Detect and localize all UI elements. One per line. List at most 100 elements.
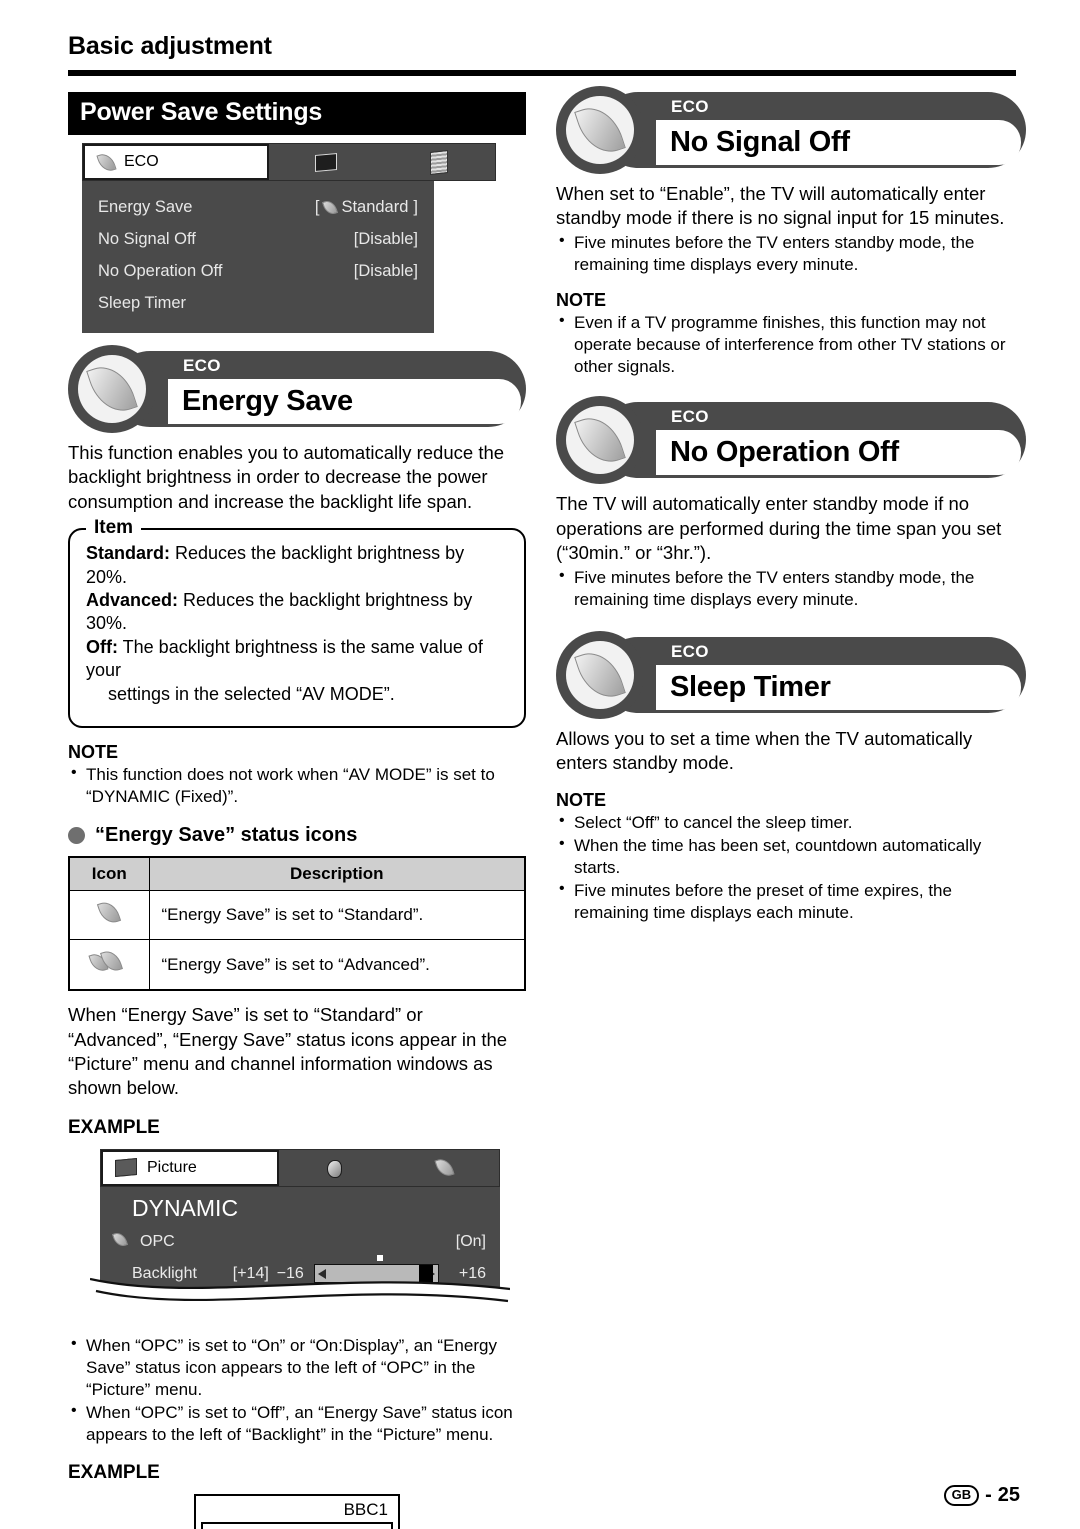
eco-title-plate: No Operation Off bbox=[656, 430, 1021, 476]
picture-item-state: [On] bbox=[455, 1232, 486, 1250]
picture-tab-audio[interactable] bbox=[279, 1150, 389, 1186]
osd-tab-picture[interactable] bbox=[269, 144, 382, 180]
picture-menu-list: DYNAMIC OPC [On] Backlight [+14] −16 +16 bbox=[100, 1186, 500, 1297]
osd-item-label: Sleep Timer bbox=[98, 293, 187, 312]
eco-leaf-badge bbox=[68, 345, 156, 433]
osd-tab-bar: ECO bbox=[82, 143, 496, 181]
table-header-row: Icon Description bbox=[68, 856, 526, 892]
item-off-continued: settings in the selected “AV MODE”. bbox=[108, 683, 395, 704]
slider-knob[interactable] bbox=[418, 1265, 433, 1283]
osd-item-value: [Disable] bbox=[353, 261, 418, 280]
list-item: When the time has been set, countdown au… bbox=[556, 834, 1026, 879]
bracket-close: ] bbox=[413, 197, 418, 216]
no-operation-off-bullets: Five minutes before the TV enters standb… bbox=[556, 565, 1026, 611]
list-item: Even if a TV programme finishes, this fu… bbox=[556, 311, 1026, 378]
leaf-icon bbox=[574, 410, 626, 470]
leaf-icon bbox=[322, 198, 339, 216]
eco-banner-no-signal-off: No Signal Off ECO bbox=[556, 86, 1026, 174]
opc-notes: When “OPC” is set to “On” or “On:Display… bbox=[68, 1334, 526, 1446]
eco-banner-energy-save: Energy Save ECO bbox=[68, 345, 526, 433]
picture-tab-label: Picture bbox=[147, 1158, 197, 1176]
channel-number: 01 bbox=[338, 1525, 366, 1529]
status-icons-table: Icon Description “Energy Save” is set to… bbox=[68, 856, 526, 992]
picture-item-max: +16 bbox=[458, 1264, 486, 1282]
energy-save-body: This function enables you to automatical… bbox=[68, 442, 505, 512]
list-item: Five minutes before the TV enters standb… bbox=[556, 231, 1026, 276]
example-label-channel: EXAMPLE bbox=[68, 1462, 160, 1484]
sleep-timer-body: Allows you to set a time when the TV aut… bbox=[556, 727, 973, 774]
eco-kicker: ECO bbox=[671, 407, 709, 427]
list-item: Select “Off” to cancel the sleep timer. bbox=[556, 810, 1026, 834]
eco-title: Energy Save bbox=[182, 385, 353, 417]
screen-icon bbox=[314, 152, 337, 172]
picture-av-mode: DYNAMIC bbox=[132, 1194, 239, 1221]
item-desc: The backlight brightness is the same val… bbox=[86, 636, 483, 681]
eco-title-plate: Energy Save bbox=[168, 379, 521, 424]
page-footer: GB - 25 bbox=[943, 1484, 1020, 1507]
osd-item-no-operation-off[interactable]: No Operation Off [Disable] bbox=[98, 255, 418, 287]
osd-item-no-signal-off[interactable]: No Signal Off [Disable] bbox=[98, 223, 418, 255]
picture-item-value: [+14] bbox=[232, 1264, 269, 1282]
picture-item-contrast[interactable]: Contrast [+30] 0 +40 bbox=[114, 1287, 486, 1297]
item-advanced: Advanced: Reduces the backlight brightne… bbox=[86, 589, 508, 636]
picture-tab-bar: Picture bbox=[100, 1148, 500, 1187]
note-heading: NOTE bbox=[556, 789, 607, 810]
osd-tab-eco[interactable]: ECO bbox=[83, 144, 269, 180]
osd-item-value: [Disable] bbox=[353, 229, 418, 248]
cell-description-standard: “Energy Save” is set to “Standard”. bbox=[148, 890, 526, 941]
leaf-icon bbox=[111, 1230, 136, 1252]
item-term: Standard: bbox=[86, 543, 171, 564]
speaker-icon bbox=[325, 1158, 343, 1178]
picture-item-slider[interactable] bbox=[313, 1287, 440, 1297]
picture-item-backlight[interactable]: Backlight [+14] −16 +16 bbox=[114, 1255, 486, 1290]
osd-item-sleep-timer[interactable]: Sleep Timer bbox=[98, 287, 418, 319]
header-rule bbox=[68, 70, 1016, 76]
eco-title: No Operation Off bbox=[670, 436, 899, 469]
page-number: 25 bbox=[997, 1484, 1020, 1506]
status-icons-heading: “Energy Save” status icons bbox=[68, 824, 526, 847]
osd-tab-eco-label: ECO bbox=[124, 153, 159, 170]
example-label-picture: EXAMPLE bbox=[68, 1116, 160, 1138]
cell-description-advanced: “Energy Save” is set to “Advanced”. bbox=[148, 939, 526, 991]
list-item: When “OPC” is set to “On” or “On:Display… bbox=[68, 1334, 526, 1401]
leaf-icon bbox=[86, 359, 138, 419]
table-row: “Energy Save” is set to “Standard”. bbox=[68, 890, 526, 941]
list-item: This function does not work when “AV MOD… bbox=[68, 763, 526, 808]
region-badge: GB bbox=[943, 1485, 980, 1506]
picture-tab-picture[interactable]: Picture bbox=[101, 1149, 279, 1186]
leaf-icon bbox=[96, 150, 117, 174]
item-off: Off: The backlight brightness is the sam… bbox=[86, 636, 508, 683]
picture-item-opc[interactable]: OPC [On] bbox=[111, 1226, 486, 1258]
eco-kicker: ECO bbox=[671, 641, 709, 661]
channel-source-row: ATV 01 bbox=[201, 1522, 393, 1529]
eco-title-plate: No Signal Off bbox=[656, 120, 1021, 165]
status-icons-after-text: When “Energy Save” is set to “Standard” … bbox=[68, 1004, 508, 1099]
left-column: Power Save Settings ECO Energy Save [St… bbox=[68, 92, 526, 1529]
osd-menu-list: Energy Save [ Standard] No Signal Off [D… bbox=[82, 181, 434, 333]
eco-title-plate: Sleep Timer bbox=[656, 664, 1021, 710]
picture-item-label: OPC bbox=[140, 1232, 175, 1250]
osd-item-value: [ Standard] bbox=[315, 198, 418, 217]
page-title: Basic adjustment bbox=[68, 32, 272, 60]
picture-tab-eco[interactable] bbox=[389, 1150, 499, 1186]
right-column: No Signal Off ECO When set to “Enable”, … bbox=[556, 86, 1026, 925]
leaf-single-icon bbox=[97, 898, 122, 927]
item-definition-box: Item Standard: Reduces the backlight bri… bbox=[68, 517, 526, 728]
sleep-timer-notes: Select “Off” to cancel the sleep timer. … bbox=[556, 810, 1026, 924]
osd-item-energy-save[interactable]: Energy Save [ Standard] bbox=[98, 191, 418, 223]
item-legend: Item bbox=[86, 517, 142, 540]
osd-tab-setup[interactable] bbox=[382, 144, 495, 180]
column-header-description: Description bbox=[148, 856, 526, 892]
item-term: Advanced: bbox=[86, 590, 179, 610]
leaf-icon bbox=[433, 1156, 455, 1180]
note-heading: NOTE bbox=[68, 741, 119, 762]
osd-value-text: Standard bbox=[341, 197, 409, 216]
eco-kicker: ECO bbox=[183, 356, 221, 375]
leaf-icon bbox=[574, 645, 626, 705]
screen-icon bbox=[115, 1158, 137, 1178]
list-item: When “OPC” is set to “Off”, an “Energy S… bbox=[68, 1401, 526, 1446]
energy-save-notes: This function does not work when “AV MOD… bbox=[68, 763, 526, 808]
picture-item-slider[interactable] bbox=[313, 1255, 440, 1284]
chevron-left-icon[interactable] bbox=[317, 1268, 326, 1279]
note-heading: NOTE bbox=[556, 290, 607, 310]
